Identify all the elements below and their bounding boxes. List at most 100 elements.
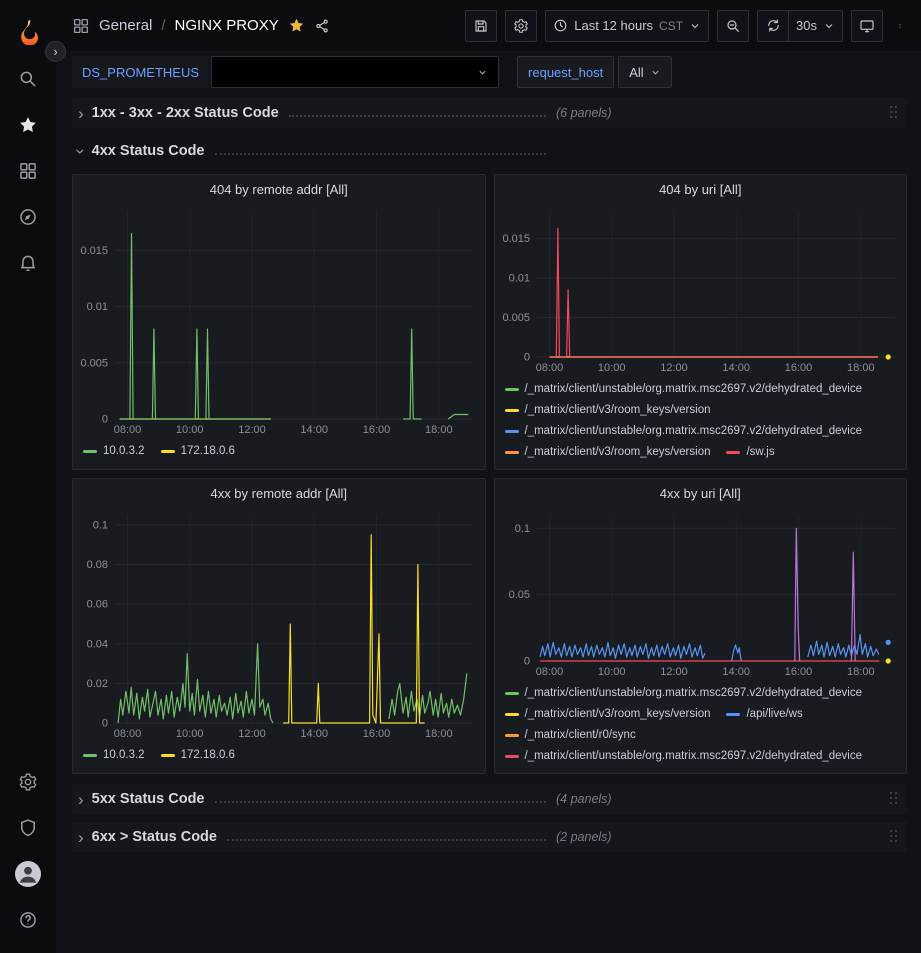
legend-item[interactable]: /_matrix/client/unstable/org.matrix.msc2…	[505, 746, 863, 767]
help-icon[interactable]	[6, 897, 50, 943]
breadcrumb-section[interactable]: General	[99, 17, 152, 34]
search-icon[interactable]	[6, 56, 50, 102]
dotted-leader	[289, 115, 546, 117]
starred-dashboards-icon[interactable]	[6, 102, 50, 148]
request-host-select[interactable]: All	[618, 56, 671, 88]
legend-label: 172.18.0.6	[181, 441, 235, 462]
row-drag-handle-icon[interactable]	[886, 104, 901, 122]
refresh-interval-label: 30s	[796, 18, 817, 33]
kebab-menu-icon[interactable]	[891, 10, 909, 42]
request-host-label: request_host	[528, 65, 603, 80]
row-title: 6xx > Status Code	[92, 829, 217, 845]
row-header-5xx[interactable]: › 5xx Status Code (4 panels)	[72, 784, 907, 814]
svg-text:18:00: 18:00	[425, 728, 453, 740]
explore-compass-icon[interactable]	[6, 194, 50, 240]
chevron-down-icon	[689, 20, 701, 32]
panel-title[interactable]: 4xx by remote addr [All]	[73, 479, 485, 507]
chevron-right-icon: ›	[78, 105, 84, 122]
series-color-swatch	[726, 713, 740, 716]
series-color-swatch	[505, 430, 519, 433]
refresh-button[interactable]	[757, 10, 789, 42]
time-range-picker[interactable]: Last 12 hours CST	[545, 10, 709, 42]
time-series-chart[interactable]: 08:0010:0012:0014:0016:0018:0000.050.1	[495, 507, 907, 681]
svg-text:16:00: 16:00	[784, 666, 812, 678]
svg-text:0: 0	[523, 656, 529, 668]
legend-item[interactable]: 10.0.3.2	[83, 441, 145, 462]
refresh-interval-select[interactable]: 30s	[788, 10, 843, 42]
settings-gear-icon[interactable]	[6, 759, 50, 805]
legend-item[interactable]: 172.18.0.6	[161, 745, 235, 766]
svg-text:10:00: 10:00	[176, 424, 204, 436]
chevron-down-icon	[477, 67, 488, 78]
legend-item[interactable]: /_matrix/client/v3/room_keys/version	[505, 400, 711, 421]
time-series-chart[interactable]: 08:0010:0012:0014:0016:0018:0000.020.040…	[73, 507, 485, 743]
legend-label: /_matrix/client/unstable/org.matrix.msc2…	[525, 421, 863, 442]
svg-text:12:00: 12:00	[660, 362, 688, 374]
panel-title[interactable]: 404 by uri [All]	[495, 175, 907, 203]
legend-label: /sw.js	[746, 442, 774, 463]
svg-text:08:00: 08:00	[535, 362, 563, 374]
alerting-bell-icon[interactable]	[6, 240, 50, 286]
breadcrumb-dashboard-title[interactable]: NGINX PROXY	[175, 17, 279, 34]
time-series-chart[interactable]: 08:0010:0012:0014:0016:0018:0000.0050.01…	[73, 203, 485, 439]
legend-item[interactable]: /_matrix/client/r0/sync	[505, 725, 636, 746]
legend-item[interactable]: 172.18.0.6	[161, 441, 235, 462]
panel-legend: /_matrix/client/unstable/org.matrix.msc2…	[495, 377, 907, 469]
gear-icon	[513, 18, 529, 34]
legend-item[interactable]: /_matrix/client/unstable/org.matrix.msc2…	[505, 683, 863, 704]
series-color-swatch	[505, 388, 519, 391]
svg-text:0.015: 0.015	[80, 245, 108, 257]
refresh-group: 30s	[757, 10, 843, 42]
legend-item[interactable]: 10.0.3.2	[83, 745, 145, 766]
panel-title[interactable]: 4xx by uri [All]	[495, 479, 907, 507]
panel-title[interactable]: 404 by remote addr [All]	[73, 175, 485, 203]
legend-item[interactable]: /_matrix/client/unstable/org.matrix.msc2…	[505, 379, 863, 400]
chevron-right-icon: ›	[78, 829, 84, 846]
svg-text:0.005: 0.005	[80, 357, 108, 369]
svg-text:10:00: 10:00	[597, 362, 625, 374]
save-dashboard-button[interactable]	[465, 10, 497, 42]
expand-nav-chevron-button[interactable]: ›	[45, 41, 66, 62]
dashboard-header: General / NGINX PROXY	[56, 0, 921, 52]
clock-icon	[553, 18, 568, 33]
breadcrumb-separator: /	[161, 17, 165, 34]
series-color-swatch	[161, 450, 175, 453]
svg-text:0: 0	[102, 414, 108, 426]
row-header-6xx[interactable]: › 6xx > Status Code (2 panels)	[72, 822, 907, 852]
legend-label: /_matrix/client/unstable/org.matrix.msc2…	[525, 683, 863, 704]
zoom-out-time-button[interactable]	[717, 10, 749, 42]
row-drag-handle-icon[interactable]	[886, 828, 901, 846]
series-color-swatch	[505, 692, 519, 695]
favorite-star-icon[interactable]	[288, 17, 305, 34]
grafana-logo-icon[interactable]	[6, 6, 50, 56]
avatar	[15, 861, 41, 887]
legend-item[interactable]: /_matrix/client/unstable/org.matrix.msc2…	[505, 421, 863, 442]
time-series-chart[interactable]: 08:0010:0012:0014:0016:0018:0000.0050.01…	[495, 203, 907, 377]
variable-label-ds-prometheus[interactable]: DS_PROMETHEUS	[72, 56, 209, 88]
legend-label: 172.18.0.6	[181, 745, 235, 766]
svg-text:0.02: 0.02	[87, 678, 108, 690]
legend-item[interactable]: /sw.js	[726, 442, 774, 463]
row-header-4xx[interactable]: › 4xx Status Code	[72, 136, 907, 166]
series-color-swatch	[505, 713, 519, 716]
legend-label: /api/live/ws	[746, 704, 802, 725]
dashboards-icon[interactable]	[6, 148, 50, 194]
legend-item[interactable]: /api/live/ws	[726, 704, 802, 725]
datasource-select[interactable]	[211, 56, 499, 88]
zoom-out-icon	[725, 18, 741, 34]
panel-legend: /_matrix/client/unstable/org.matrix.msc2…	[495, 681, 907, 773]
main-area: General / NGINX PROXY	[56, 0, 921, 953]
variable-label-request-host[interactable]: request_host	[517, 56, 614, 88]
share-icon[interactable]	[314, 18, 330, 34]
server-admin-shield-icon[interactable]	[6, 805, 50, 851]
cycle-view-mode-button[interactable]	[851, 10, 883, 42]
legend-label: /_matrix/client/v3/room_keys/version	[525, 704, 711, 725]
legend-item[interactable]: /_matrix/client/v3/room_keys/version	[505, 704, 711, 725]
dashboard-settings-button[interactable]	[505, 10, 537, 42]
row-header-1xx-3xx-2xx[interactable]: › 1xx - 3xx - 2xx Status Code (6 panels)	[72, 98, 907, 128]
series-color-swatch	[83, 754, 97, 757]
svg-text:12:00: 12:00	[660, 666, 688, 678]
user-avatar[interactable]	[6, 851, 50, 897]
legend-item[interactable]: /_matrix/client/v3/room_keys/version	[505, 442, 711, 463]
row-drag-handle-icon[interactable]	[886, 790, 901, 808]
